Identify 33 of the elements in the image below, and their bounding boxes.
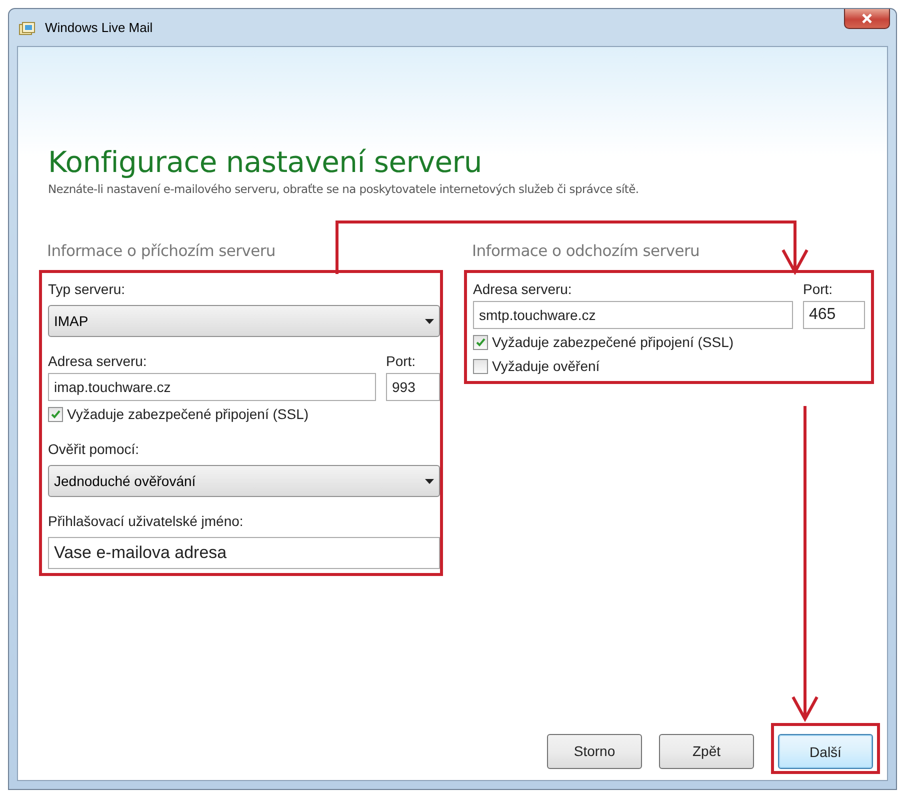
page-subtitle: Neznáte-li nastavení e-mailového serveru, obraťte se na poskytovatele internetových služeb či správce sítě. [48,182,640,196]
checkbox-label: Vyžaduje zabezpečené připojení (SSL) [67,406,309,422]
server-address-field[interactable]: imap.touchware.cz [48,373,376,401]
checkbox-label: Vyžaduje ověření [492,358,600,374]
field-label: Port: [803,281,833,297]
dropdown-arrow-icon [425,318,434,324]
field-label: Adresa serveru: [473,281,572,297]
close-button[interactable] [844,9,890,29]
field-label: Ověřit pomocí: [48,441,140,457]
server-type-dropdown[interactable]: IMAP [48,305,440,337]
dialog-button[interactable]: Storno [547,734,642,768]
next-button[interactable]: Další [778,734,873,769]
checkbox[interactable] [473,334,488,350]
port-field[interactable]: 465 [803,301,865,329]
checkbox[interactable] [48,406,63,422]
port-field[interactable]: 993 [386,373,440,401]
dialog-button[interactable]: Zpět [659,734,754,768]
section-header: Informace o odchozím serveru [472,242,700,260]
auth-method-dropdown[interactable]: Jednoduché ověřování [48,465,440,497]
section-header: Informace o příchozím serveru [47,242,276,260]
checkbox-label: Vyžaduje zabezpečené připojení (SSL) [492,334,734,350]
checkbox[interactable] [473,358,488,374]
close-icon [861,13,873,24]
dropdown-arrow-icon [425,478,434,484]
mail-app-icon [19,20,37,36]
field-label: Port: [386,353,416,369]
field-label: Adresa serveru: [48,353,147,369]
server-address-field[interactable]: smtp.touchware.cz [473,301,793,329]
username-field[interactable]: Vase e-mailova adresa [48,537,440,569]
window-title: Windows Live Mail [45,20,153,35]
field-label: Typ serveru: [48,281,126,297]
field-label: Přihlašovací uživatelské jméno: [48,513,244,529]
page-heading: Konfigurace nastavení serveru [48,145,483,179]
